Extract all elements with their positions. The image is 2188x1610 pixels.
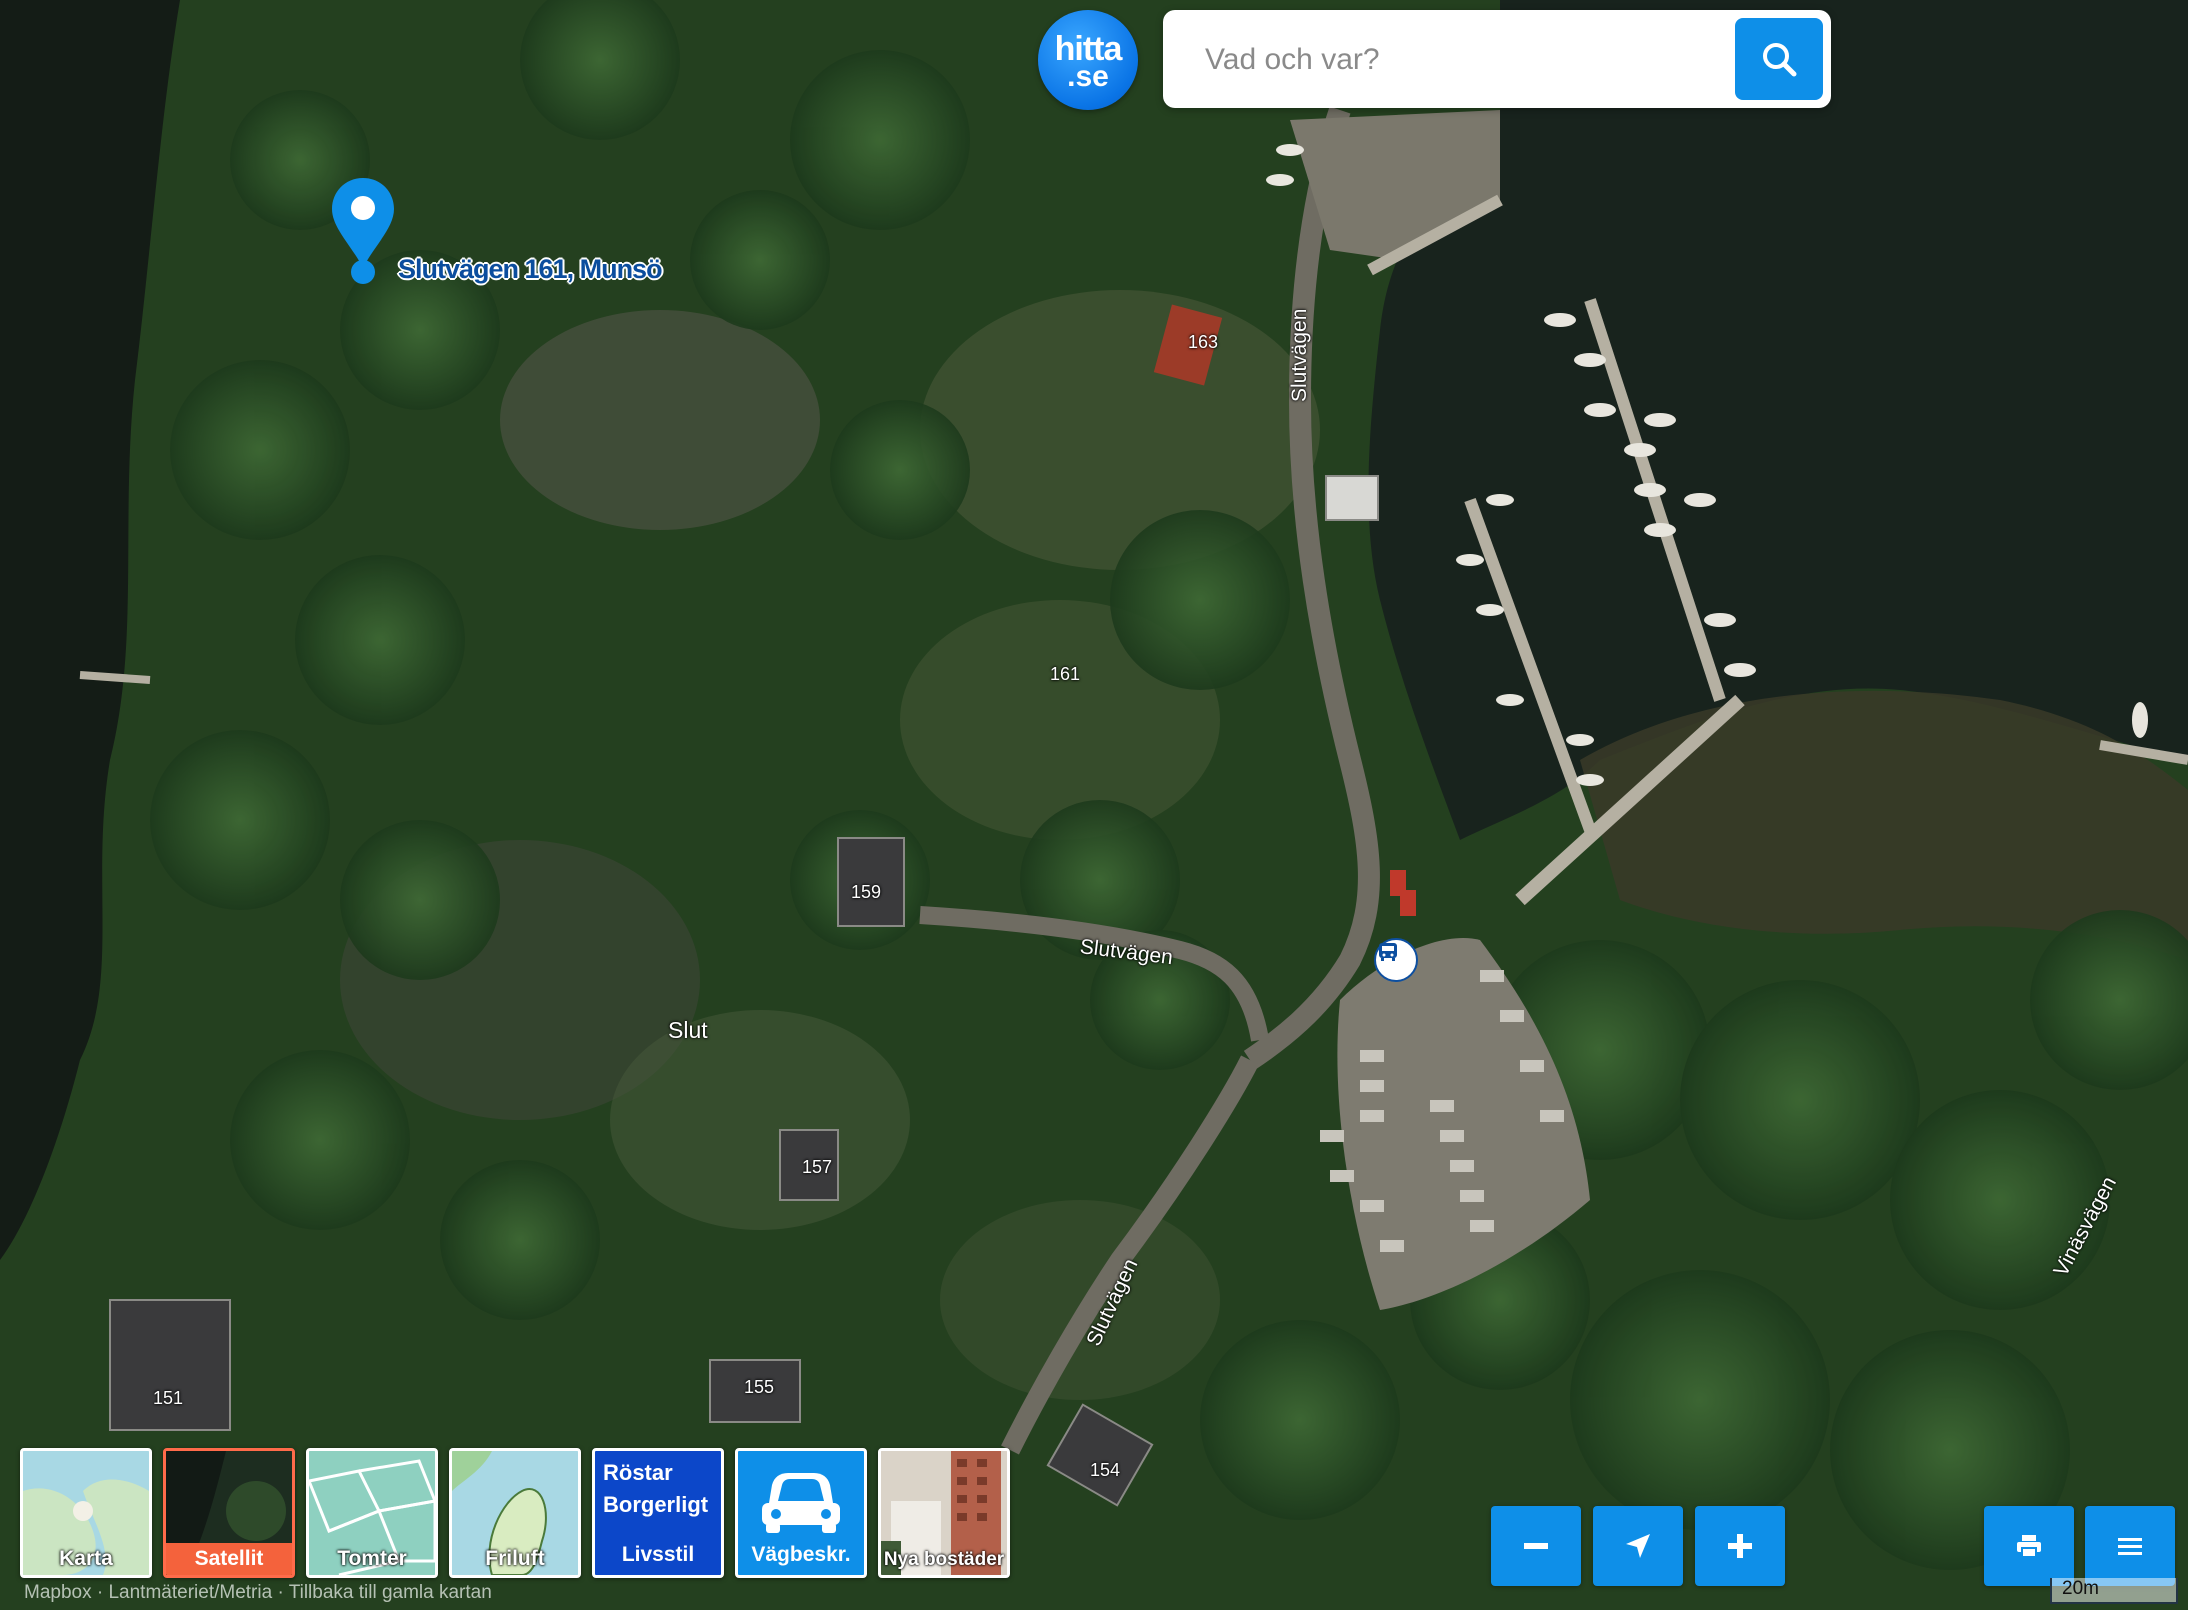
hamburger-menu-icon [2118, 1538, 2142, 1555]
printer-icon [2017, 1535, 2041, 1558]
layer-label-tomter: Tomter [337, 1547, 407, 1570]
map-attribution[interactable]: Mapbox · Lantmäteriet/Metria · Tillbaka … [24, 1582, 492, 1604]
car-icon [762, 1473, 840, 1533]
house-number-154: 154 [1090, 1460, 1121, 1480]
pin-address-label[interactable]: Slutvägen 161, Munsö [398, 254, 663, 285]
layer-tile-vagbeskr[interactable]: Vägbeskr. [735, 1448, 867, 1578]
locate-button[interactable] [1593, 1506, 1683, 1586]
layer-tile-demographics[interactable]: Röstar Borgerligt Livsstil [592, 1448, 724, 1578]
zoom-in-button[interactable] [1695, 1506, 1785, 1586]
house-number-163: 163 [1188, 332, 1219, 352]
plus-icon [1728, 1534, 1752, 1558]
place-label-slut: Slut [668, 1017, 708, 1043]
layer-label-satellit: Satellit [166, 1543, 292, 1575]
location-pin-icon[interactable] [330, 176, 396, 286]
layer-tile-nya-bostader[interactable]: Nya bostäder [878, 1448, 1010, 1578]
house-number-155: 155 [744, 1377, 775, 1397]
search-button[interactable] [1735, 18, 1823, 100]
layer-switcher: Karta Satellit Tomter Friluft Röstar Bor… [20, 1448, 1010, 1578]
layer-label-nya-bostader: Nya bostäder [883, 1549, 1005, 1570]
layer-label-vagbeskr: Vägbeskr. [751, 1543, 851, 1566]
map-imagery [0, 0, 2188, 1610]
print-button[interactable] [1984, 1506, 2074, 1586]
house-number-151: 151 [153, 1388, 184, 1408]
scale-bar: 20m [2050, 1578, 2178, 1604]
demographics-line1: Röstar [603, 1460, 673, 1485]
layer-label-friluft: Friluft [485, 1547, 545, 1570]
layer-label-karta: Karta [59, 1547, 113, 1570]
search-input[interactable] [1203, 34, 1767, 86]
house-number-157: 157 [802, 1157, 833, 1177]
hitta-logo[interactable]: hitta .se [1038, 10, 1138, 110]
bus-stop-icon[interactable] [1374, 938, 1418, 982]
demographics-line3: Livsstil [621, 1543, 695, 1566]
demographics-line2: Borgerligt [603, 1492, 709, 1517]
menu-button[interactable] [2085, 1506, 2175, 1586]
satellite-map[interactable]: 161 163 159 157 155 154 151 Slut Slutväg… [0, 0, 2188, 1610]
search-icon [1763, 43, 1797, 77]
house-number-159: 159 [851, 882, 882, 902]
road-label-slutvagen-north: Slutvägen [1288, 308, 1311, 402]
search-box [1163, 10, 1831, 108]
layer-tile-tomter[interactable]: Tomter [306, 1448, 438, 1578]
layer-tile-satellit[interactable]: Satellit [163, 1448, 295, 1578]
location-arrow-icon [1626, 1534, 1650, 1558]
zoom-out-button[interactable] [1491, 1506, 1581, 1586]
minus-icon [1524, 1543, 1548, 1549]
layer-tile-karta[interactable]: Karta [20, 1448, 152, 1578]
layer-tile-friluft[interactable]: Friluft [449, 1448, 581, 1578]
house-number-161: 161 [1050, 664, 1081, 684]
logo-text-line2: .se [1067, 60, 1109, 93]
